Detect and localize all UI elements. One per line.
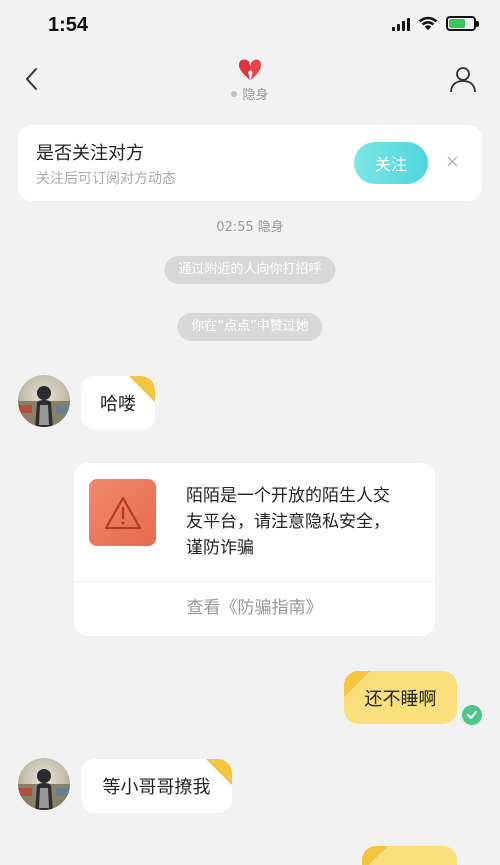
status-time: 1:54 <box>48 14 89 36</box>
presence-dot <box>231 90 238 97</box>
read-check-icon <box>462 705 482 725</box>
wifi-icon <box>418 16 438 30</box>
broken-heart-icon <box>239 59 261 80</box>
outgoing-message[interactable]: 还不睡啊 <box>344 671 457 724</box>
chat-header: 隐身 <box>0 54 500 114</box>
warning-icon <box>89 479 156 546</box>
safety-warning-card: 陌陌是一个开放的陌生人交友平台，请注意隐私安全，谨防诈骗 查看《防骗指南》 <box>74 463 435 636</box>
message-tag-icon <box>362 846 388 865</box>
message-tag-icon <box>344 671 370 697</box>
profile-button[interactable] <box>448 64 478 94</box>
contact-status: 隐身 <box>0 58 500 103</box>
status-bar: 1:54 <box>0 0 500 54</box>
presence-status: 隐身 <box>0 84 500 103</box>
message-text: 等小哥哥撩我 <box>102 777 211 798</box>
chat-timestamp: 02:55 隐身 <box>216 220 284 235</box>
incoming-message[interactable]: 等小哥哥撩我 <box>81 759 232 813</box>
follow-prompt-title: 是否关注对方 <box>36 143 144 164</box>
contact-avatar[interactable] <box>18 375 70 427</box>
follow-prompt-subtitle: 关注后可订阅对方动态 <box>36 171 176 187</box>
contact-avatar[interactable] <box>18 758 70 810</box>
message-text: 还不睡啊 <box>364 688 437 710</box>
battery-icon <box>446 16 479 31</box>
outgoing-message[interactable] <box>362 846 457 865</box>
follow-prompt-card: 是否关注对方 关注后可订阅对方动态 关注 × <box>18 125 482 201</box>
message-tag-icon <box>129 376 155 402</box>
warning-text: 陌陌是一个开放的陌生人交友平台，请注意隐私安全，谨防诈骗 <box>186 486 390 558</box>
presence-label: 隐身 <box>242 88 269 103</box>
incoming-message[interactable]: 哈喽 <box>81 376 155 430</box>
system-message: 通过附近的人向你打招呼 <box>164 256 336 284</box>
close-icon[interactable]: × <box>445 151 460 172</box>
status-icons <box>392 16 479 31</box>
signal-icon <box>392 17 410 31</box>
message-tag-icon <box>206 759 232 785</box>
follow-button[interactable]: 关注 <box>354 142 428 184</box>
anti-fraud-guide-link[interactable]: 查看《防骗指南》 <box>74 581 435 636</box>
system-message: 你在“点点”中赞过她 <box>177 313 323 341</box>
